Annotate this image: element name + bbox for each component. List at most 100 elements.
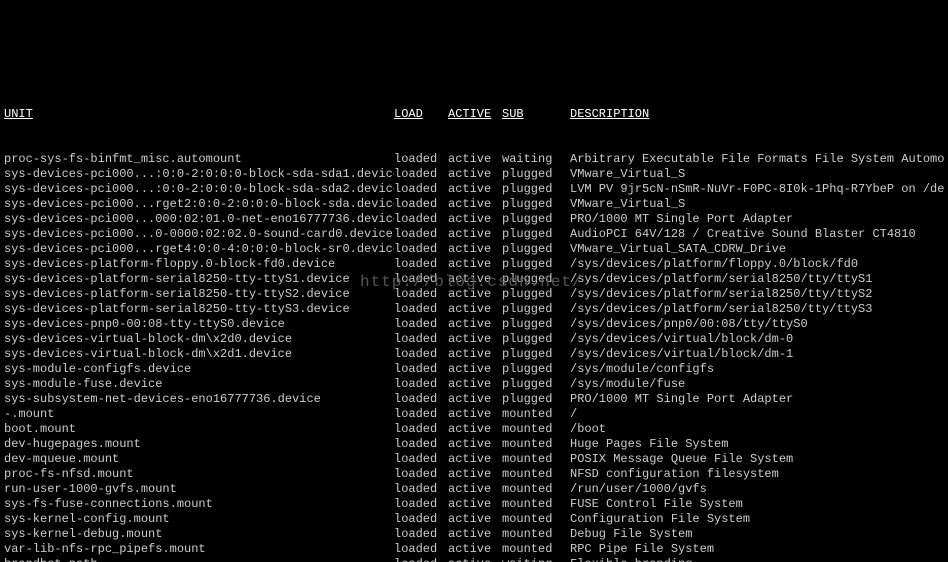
cell-unit: sys-devices-virtual-block-dm\x2d1.device <box>4 347 394 362</box>
cell-sub: plugged <box>502 317 570 332</box>
cell-load: loaded <box>394 182 448 197</box>
cell-load: loaded <box>394 512 448 527</box>
unit-row: dev-hugepages.mountloadedactivemountedHu… <box>4 437 944 452</box>
cell-load: loaded <box>394 497 448 512</box>
cell-load: loaded <box>394 227 448 242</box>
cell-unit: sys-kernel-config.mount <box>4 512 394 527</box>
cell-sub: mounted <box>502 497 570 512</box>
cell-unit: sys-devices-platform-serial8250-tty-ttyS… <box>4 287 394 302</box>
cell-description: Flexible branding <box>570 557 944 562</box>
cell-description: Arbitrary Executable File Formats File S… <box>570 152 944 167</box>
cell-description: RPC Pipe File System <box>570 542 944 557</box>
cell-active: active <box>448 452 502 467</box>
cell-load: loaded <box>394 362 448 377</box>
cell-active: active <box>448 332 502 347</box>
cell-description: /sys/devices/platform/serial8250/tty/tty… <box>570 302 944 317</box>
cell-load: loaded <box>394 437 448 452</box>
cell-sub: plugged <box>502 212 570 227</box>
cell-active: active <box>448 467 502 482</box>
cell-load: loaded <box>394 542 448 557</box>
cell-active: active <box>448 542 502 557</box>
cell-sub: plugged <box>502 392 570 407</box>
unit-row: boot.mountloadedactivemounted/boot <box>4 422 944 437</box>
unit-row: sys-fs-fuse-connections.mountloadedactiv… <box>4 497 944 512</box>
cell-load: loaded <box>394 302 448 317</box>
unit-row: sys-devices-platform-serial8250-tty-ttyS… <box>4 287 944 302</box>
cell-unit: sys-devices-pci000...0-0000:02:02.0-soun… <box>4 227 394 242</box>
cell-sub: mounted <box>502 512 570 527</box>
cell-sub: mounted <box>502 527 570 542</box>
cell-unit: dev-hugepages.mount <box>4 437 394 452</box>
cell-unit: sys-subsystem-net-devices-eno16777736.de… <box>4 392 394 407</box>
unit-row: sys-devices-pci000...rget2:0:0-2:0:0:0-b… <box>4 197 944 212</box>
cell-unit: sys-devices-platform-serial8250-tty-ttyS… <box>4 272 394 287</box>
cell-load: loaded <box>394 152 448 167</box>
cell-active: active <box>448 362 502 377</box>
cell-unit: -.mount <box>4 407 394 422</box>
unit-row: run-user-1000-gvfs.mountloadedactivemoun… <box>4 482 944 497</box>
cell-unit: sys-fs-fuse-connections.mount <box>4 497 394 512</box>
cell-active: active <box>448 272 502 287</box>
cell-description: VMware_Virtual_S <box>570 197 944 212</box>
unit-row: sys-devices-pci000...000:02:01.0-net-eno… <box>4 212 944 227</box>
cell-active: active <box>448 422 502 437</box>
cell-active: active <box>448 197 502 212</box>
cell-sub: plugged <box>502 272 570 287</box>
cell-description: POSIX Message Queue File System <box>570 452 944 467</box>
terminal-output[interactable]: UNIT LOAD ACTIVE SUB DESCRIPTION proc-sy… <box>0 75 948 562</box>
cell-sub: mounted <box>502 452 570 467</box>
unit-row: sys-devices-pci000...rget4:0:0-4:0:0:0-b… <box>4 242 944 257</box>
unit-row: proc-fs-nfsd.mountloadedactivemountedNFS… <box>4 467 944 482</box>
cell-unit: sys-devices-platform-floppy.0-block-fd0.… <box>4 257 394 272</box>
cell-load: loaded <box>394 287 448 302</box>
unit-row: sys-devices-pci000...0-0000:02:02.0-soun… <box>4 227 944 242</box>
cell-description: VMware_Virtual_SATA_CDRW_Drive <box>570 242 944 257</box>
cell-sub: mounted <box>502 407 570 422</box>
cell-load: loaded <box>394 197 448 212</box>
cell-active: active <box>448 257 502 272</box>
unit-row: sys-subsystem-net-devices-eno16777736.de… <box>4 392 944 407</box>
cell-description: /boot <box>570 422 944 437</box>
cell-load: loaded <box>394 392 448 407</box>
cell-load: loaded <box>394 242 448 257</box>
unit-list-header: UNIT LOAD ACTIVE SUB DESCRIPTION <box>4 107 944 122</box>
cell-load: loaded <box>394 167 448 182</box>
cell-sub: plugged <box>502 182 570 197</box>
cell-active: active <box>448 152 502 167</box>
unit-row: sys-module-fuse.deviceloadedactiveplugge… <box>4 377 944 392</box>
header-sub: SUB <box>502 107 570 122</box>
cell-active: active <box>448 347 502 362</box>
unit-row: sys-kernel-debug.mountloadedactivemounte… <box>4 527 944 542</box>
cell-sub: plugged <box>502 197 570 212</box>
unit-row: sys-kernel-config.mountloadedactivemount… <box>4 512 944 527</box>
cell-active: active <box>448 242 502 257</box>
cell-load: loaded <box>394 557 448 562</box>
cell-sub: mounted <box>502 437 570 452</box>
cell-sub: plugged <box>502 332 570 347</box>
cell-load: loaded <box>394 407 448 422</box>
cell-unit: sys-devices-platform-serial8250-tty-ttyS… <box>4 302 394 317</box>
cell-sub: plugged <box>502 302 570 317</box>
unit-row: sys-devices-pci000...:0:0-2:0:0:0-block-… <box>4 182 944 197</box>
cell-unit: proc-sys-fs-binfmt_misc.automount <box>4 152 394 167</box>
cell-sub: plugged <box>502 347 570 362</box>
cell-load: loaded <box>394 467 448 482</box>
cell-load: loaded <box>394 527 448 542</box>
unit-row: sys-devices-platform-floppy.0-block-fd0.… <box>4 257 944 272</box>
unit-row: sys-devices-pci000...:0:0-2:0:0:0-block-… <box>4 167 944 182</box>
cell-active: active <box>448 512 502 527</box>
cell-description: LVM PV 9jr5cN-nSmR-NuVr-F0PC-8I0k-1Phq-R… <box>570 182 944 197</box>
cell-unit: sys-devices-pci000...000:02:01.0-net-eno… <box>4 212 394 227</box>
unit-row: proc-sys-fs-binfmt_misc.automountloadeda… <box>4 152 944 167</box>
unit-row: sys-devices-platform-serial8250-tty-ttyS… <box>4 272 944 287</box>
cell-sub: plugged <box>502 377 570 392</box>
cell-description: /sys/devices/virtual/block/dm-0 <box>570 332 944 347</box>
cell-unit: sys-kernel-debug.mount <box>4 527 394 542</box>
cell-unit: sys-devices-pci000...rget2:0:0-2:0:0:0-b… <box>4 197 394 212</box>
cell-description: /sys/devices/platform/floppy.0/block/fd0 <box>570 257 944 272</box>
cell-description: AudioPCI 64V/128 / Creative Sound Blaste… <box>570 227 944 242</box>
cell-description: / <box>570 407 944 422</box>
cell-active: active <box>448 167 502 182</box>
unit-rows: proc-sys-fs-binfmt_misc.automountloadeda… <box>4 152 944 562</box>
cell-description: /sys/devices/platform/serial8250/tty/tty… <box>570 287 944 302</box>
